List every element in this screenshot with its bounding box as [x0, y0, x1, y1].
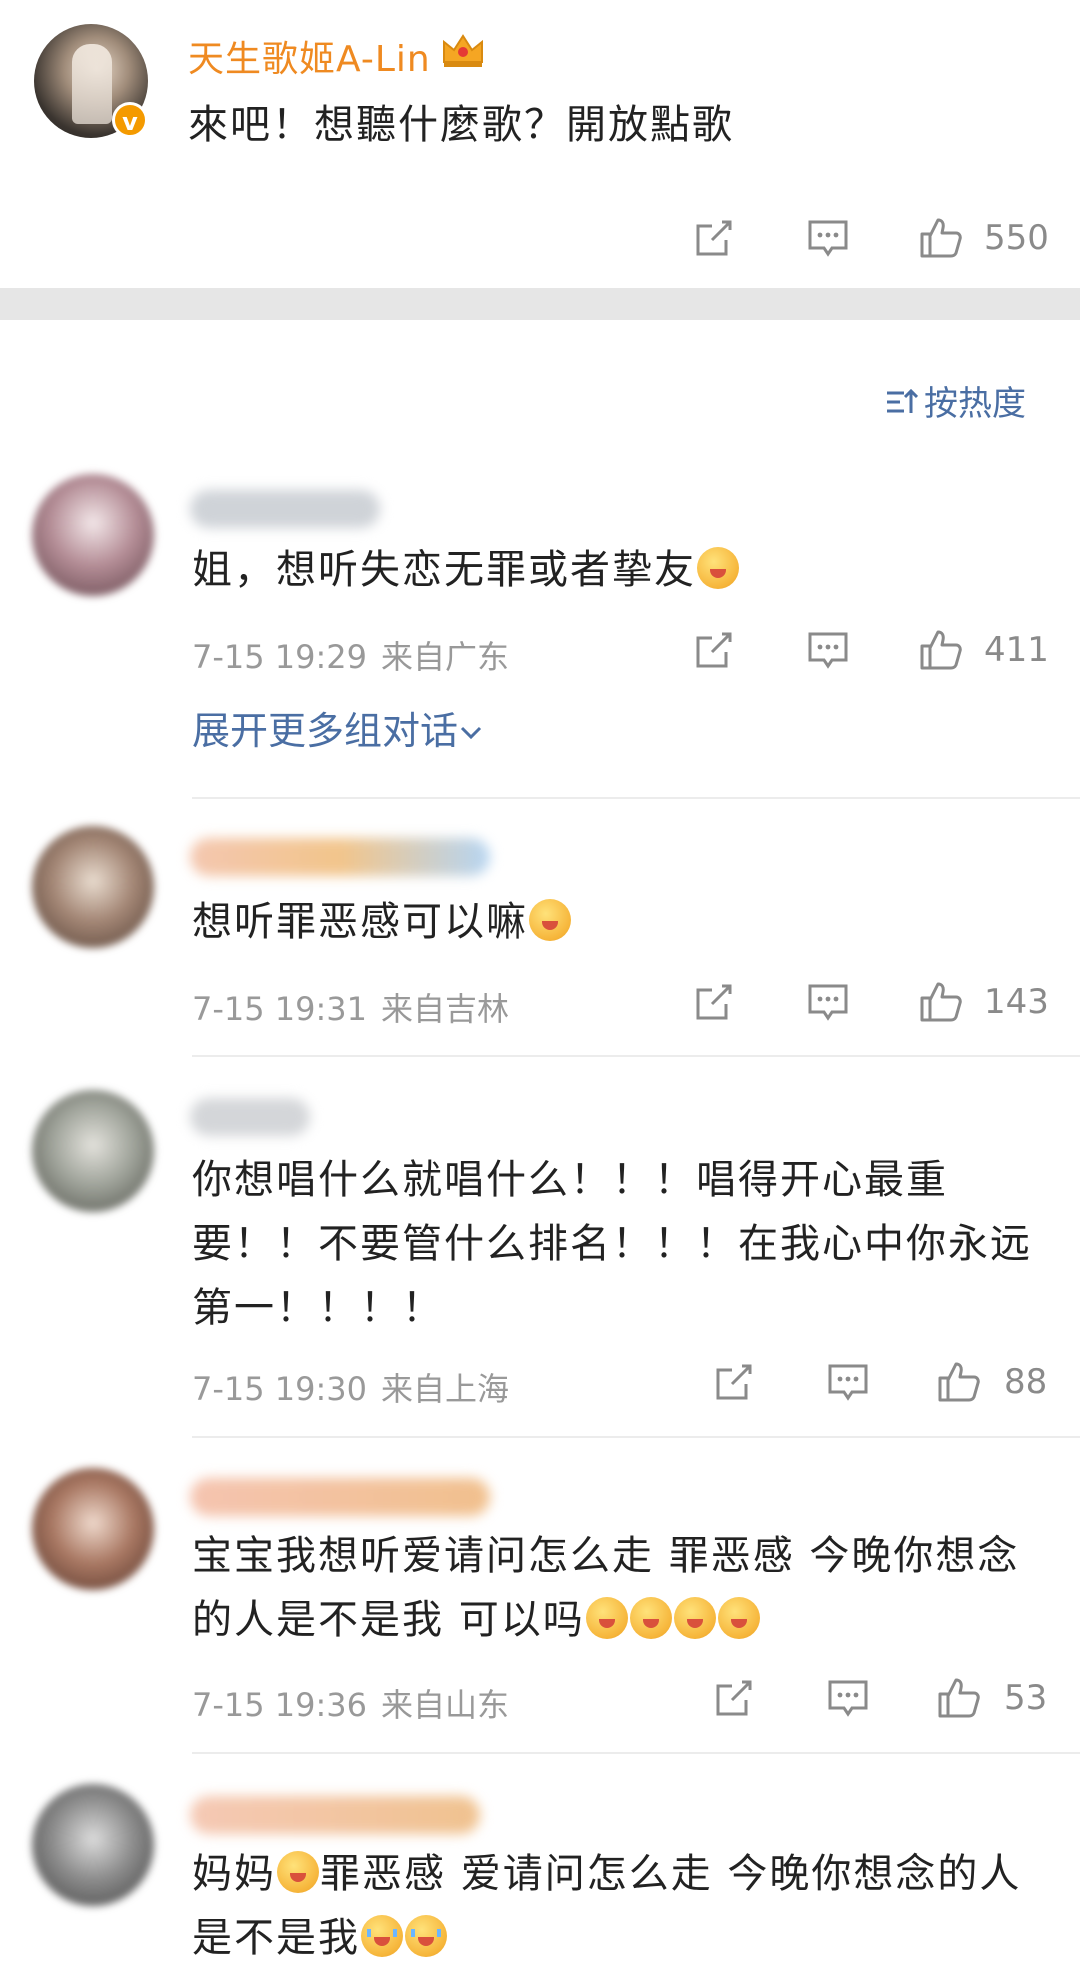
- like-button[interactable]: [918, 214, 964, 260]
- commenter-avatar[interactable]: [32, 1784, 154, 1906]
- reply-button[interactable]: [826, 1362, 870, 1404]
- commenter-avatar[interactable]: [32, 474, 154, 596]
- section-separator: [0, 288, 1080, 320]
- comment-like-count: 53: [1004, 1678, 1048, 1718]
- share-button[interactable]: [692, 630, 734, 672]
- emoji-icon: [361, 1915, 403, 1957]
- like-icon: [938, 1362, 980, 1402]
- comment-meta: 7-15 19:31 来自吉林: [192, 984, 509, 1030]
- comment-like-count: 411: [984, 630, 1049, 670]
- reply-button[interactable]: [806, 982, 850, 1024]
- share-button[interactable]: [692, 982, 734, 1024]
- commenter-name[interactable]: [190, 1796, 480, 1834]
- like-button[interactable]: [918, 978, 964, 1024]
- post-card: v 天生歌姬A-Lin 來吧！想聽什麼歌？開放點歌 550: [0, 0, 1080, 288]
- comment-divider: [192, 1055, 1080, 1057]
- like-icon: [920, 982, 962, 1022]
- share-icon: [696, 632, 732, 668]
- emoji-icon: [277, 1851, 319, 1893]
- comment-text: 你想唱什么就唱什么！！！唱得开心最重要！！不要管什么排名！！！在我心中你永远第一…: [192, 1157, 1032, 1331]
- commenter-name[interactable]: [190, 1098, 310, 1136]
- like-icon: [920, 218, 962, 258]
- comment-location: 来自广东: [381, 638, 510, 676]
- post-like-count: 550: [984, 218, 1049, 258]
- comment-time: 7-15 19:36: [192, 1686, 368, 1724]
- comment-button[interactable]: [806, 218, 850, 260]
- author-name[interactable]: 天生歌姬A-Lin: [188, 30, 431, 82]
- comment-text: 想听罪恶感可以嘛: [192, 890, 1052, 954]
- sort-button[interactable]: 按热度: [884, 376, 1026, 425]
- comment-divider: [192, 1436, 1080, 1438]
- post-text: 來吧！想聽什麼歌？開放點歌: [188, 102, 734, 148]
- comment-meta: 7-15 19:29 来自广东: [192, 632, 509, 678]
- comment-icon: [808, 632, 848, 669]
- emoji-icon: [697, 547, 739, 589]
- emoji-icon: [717, 1597, 760, 1639]
- commenter-name[interactable]: [190, 490, 380, 528]
- like-icon: [920, 630, 962, 670]
- like-button[interactable]: [936, 1358, 982, 1404]
- share-icon: [716, 1680, 752, 1716]
- comment-text: 宝宝我想听爱请问怎么走 罪恶感 今晚你想念的人是不是我 可以吗: [192, 1533, 1020, 1643]
- commenter-name[interactable]: [190, 838, 490, 876]
- comment-text: 妈妈 罪恶感 爱请问怎么走 今晚你想念的人是不是我: [192, 1851, 1022, 1961]
- commenter-name[interactable]: [190, 1478, 490, 1516]
- share-button[interactable]: [712, 1362, 754, 1404]
- comment-location: 来自山东: [381, 1686, 510, 1724]
- like-button[interactable]: [918, 626, 964, 672]
- expand-conversation-link[interactable]: 展开更多组对话: [192, 700, 484, 755]
- comment-text: 姐，想听失恋无罪或者挚友: [192, 538, 1052, 602]
- comment-icon: [808, 220, 848, 257]
- comment-like-count: 143: [984, 982, 1049, 1022]
- share-button[interactable]: [692, 218, 734, 260]
- comment-icon: [828, 1364, 868, 1401]
- like-icon: [938, 1678, 980, 1718]
- share-button[interactable]: [712, 1678, 754, 1720]
- comment-location: 来自上海: [381, 1370, 510, 1408]
- comment-icon: [828, 1680, 868, 1717]
- emoji-icon: [529, 899, 571, 941]
- crown-icon: [443, 34, 483, 67]
- share-icon: [716, 1364, 752, 1400]
- sort-label: 按热度: [924, 384, 1026, 424]
- comment-time: 7-15 19:31: [192, 990, 368, 1028]
- emoji-icon: [673, 1597, 716, 1639]
- comment-meta: 7-15 19:36 来自山东: [192, 1680, 509, 1726]
- comment-icon: [808, 984, 848, 1021]
- chevron-down-icon: [460, 726, 482, 740]
- emoji-icon: [585, 1597, 628, 1639]
- comment-like-count: 88: [1004, 1362, 1048, 1402]
- emoji-icon: [405, 1915, 447, 1957]
- verified-badge: v: [112, 102, 148, 138]
- sort-icon: [887, 388, 918, 413]
- comment-divider: [192, 797, 1080, 799]
- comment-time: 7-15 19:30: [192, 1370, 368, 1408]
- commenter-avatar[interactable]: [32, 1468, 154, 1590]
- share-icon: [696, 220, 732, 256]
- expand-label: 展开更多组对话: [192, 709, 459, 753]
- commenter-avatar[interactable]: [32, 826, 154, 948]
- share-icon: [696, 984, 732, 1020]
- commenter-avatar[interactable]: [32, 1090, 154, 1212]
- comment-meta: 7-15 19:30 来自上海: [192, 1364, 509, 1410]
- reply-button[interactable]: [806, 630, 850, 672]
- like-button[interactable]: [936, 1674, 982, 1720]
- comment-time: 7-15 19:29: [192, 638, 368, 676]
- comment-divider: [192, 1752, 1080, 1754]
- reply-button[interactable]: [826, 1678, 870, 1720]
- emoji-icon: [629, 1597, 672, 1639]
- comment-location: 来自吉林: [381, 990, 510, 1028]
